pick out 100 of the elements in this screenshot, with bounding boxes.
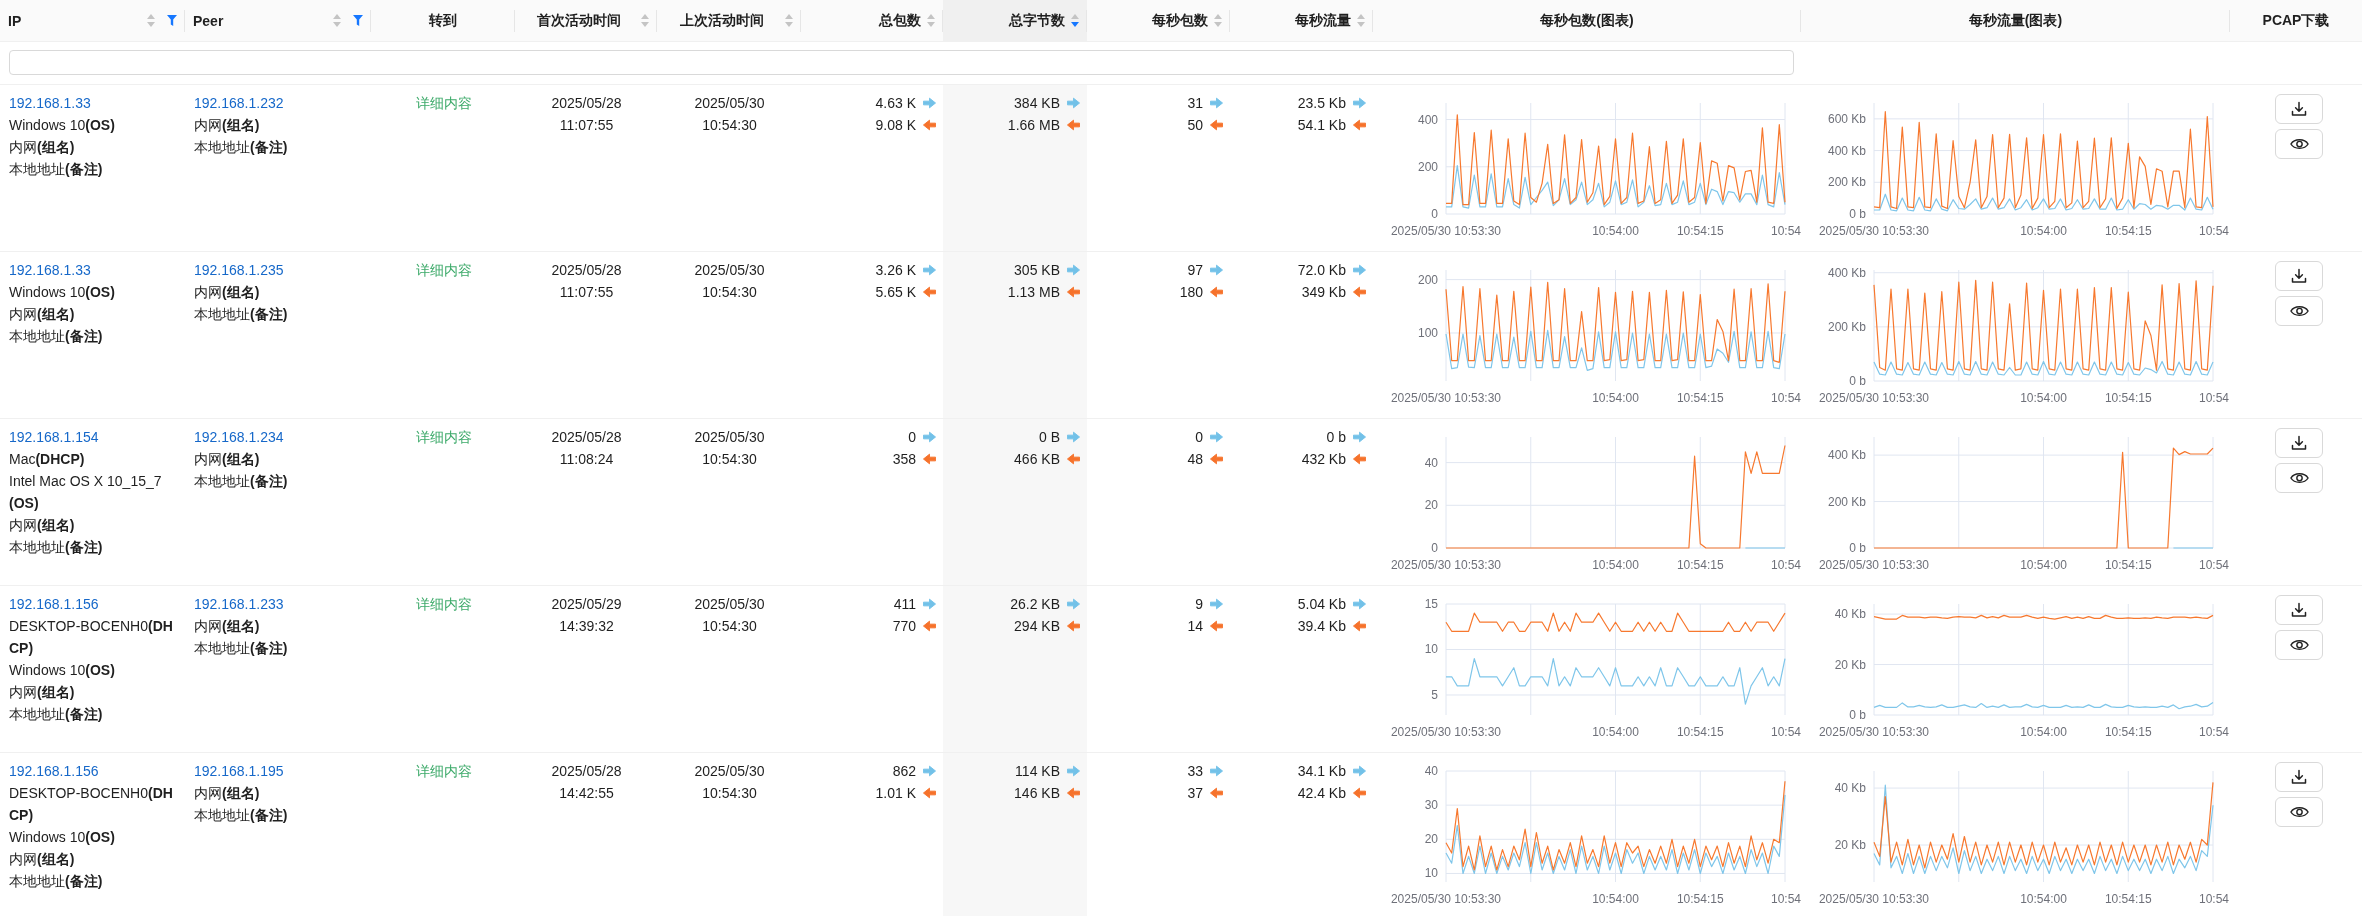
column-header[interactable]: 首次活动时间 bbox=[515, 0, 657, 42]
device-info: 内网(组名) bbox=[9, 683, 75, 702]
detail-link[interactable]: 详细内容 bbox=[415, 426, 472, 448]
column-header[interactable]: 每秒包数 bbox=[1087, 0, 1230, 42]
view-button[interactable] bbox=[2275, 463, 2323, 493]
filter-icon[interactable] bbox=[167, 15, 177, 26]
view-button[interactable] bbox=[2275, 630, 2323, 660]
column-header[interactable]: 总字节数 bbox=[943, 0, 1087, 42]
eye-icon bbox=[2289, 137, 2309, 151]
right-arrow-icon bbox=[1067, 97, 1080, 109]
left-arrow-icon bbox=[1353, 286, 1366, 298]
packet-rate: 14 bbox=[1187, 617, 1203, 636]
y-axis-label: 20 Kb bbox=[1834, 657, 1866, 672]
view-button[interactable] bbox=[2275, 797, 2323, 827]
packet-count: 5.65 K bbox=[875, 283, 916, 302]
ip-link[interactable]: 192.168.1.233 bbox=[194, 593, 284, 615]
byte-count: 1.13 MB bbox=[1007, 283, 1060, 302]
column-header[interactable]: 上次活动时间 bbox=[657, 0, 801, 42]
ip-link[interactable]: 192.168.1.234 bbox=[194, 426, 284, 448]
right-arrow-icon bbox=[1353, 598, 1366, 610]
left-arrow-icon bbox=[923, 453, 936, 465]
device-info: 本地地址(备注) bbox=[194, 305, 288, 324]
ip-link[interactable]: 192.168.1.154 bbox=[9, 426, 99, 448]
x-axis-label: 10:54 bbox=[1770, 558, 1801, 572]
right-arrow-icon bbox=[1067, 431, 1080, 443]
column-header[interactable]: 总包数 bbox=[801, 0, 943, 42]
first-seen-time: 2025/05/28 11:07:55 bbox=[550, 94, 623, 135]
y-axis-label: 5 bbox=[1431, 688, 1438, 702]
packet-rate: 48 bbox=[1187, 450, 1203, 469]
packet-count: 1.01 K bbox=[875, 784, 916, 803]
right-arrow-icon bbox=[923, 765, 936, 777]
detail-link[interactable]: 详细内容 bbox=[415, 593, 472, 615]
device-info: 本地地址(备注) bbox=[194, 472, 288, 491]
left-arrow-icon bbox=[1210, 620, 1223, 632]
y-axis-label: 200 Kb bbox=[1827, 494, 1866, 509]
view-button[interactable] bbox=[2275, 129, 2323, 159]
packet-count: 4.63 K bbox=[875, 94, 916, 113]
x-axis-label: 10:54 bbox=[2198, 224, 2229, 238]
eye-icon bbox=[2289, 471, 2309, 485]
ip-link[interactable]: 192.168.1.33 bbox=[9, 92, 91, 114]
x-axis-label: 10:54:15 bbox=[2104, 224, 2152, 238]
device-info: 本地地址(备注) bbox=[9, 538, 103, 557]
traffic-rate: 34.1 Kb bbox=[1297, 762, 1346, 781]
byte-count: 26.2 KB bbox=[1010, 595, 1060, 614]
first-seen-time: 2025/05/28 11:07:55 bbox=[550, 261, 623, 302]
download-button[interactable] bbox=[2275, 762, 2323, 792]
ip-link[interactable]: 192.168.1.156 bbox=[9, 593, 99, 615]
filter-field[interactable] bbox=[9, 50, 1794, 75]
first-seen-time: 2025/05/28 11:08:24 bbox=[550, 428, 623, 469]
traffic-rate: 72.0 Kb bbox=[1297, 261, 1346, 280]
column-header: PCAP下载 bbox=[2230, 0, 2362, 42]
x-axis-label: 2025/05/30 10:53:30 bbox=[1818, 892, 1930, 906]
y-axis-label: 0 b bbox=[1849, 708, 1866, 722]
column-header[interactable]: Peer bbox=[185, 0, 371, 42]
download-icon bbox=[2291, 435, 2307, 451]
ip-link[interactable]: 192.168.1.195 bbox=[194, 760, 284, 782]
first-seen-time: 2025/05/28 14:42:55 bbox=[550, 762, 623, 803]
device-info: 本地地址(备注) bbox=[9, 160, 103, 179]
right-arrow-icon bbox=[1210, 431, 1223, 443]
x-axis-label: 10:54:15 bbox=[1676, 391, 1724, 405]
traffic-rate: 349 Kb bbox=[1301, 283, 1346, 302]
download-button[interactable] bbox=[2275, 595, 2323, 625]
filter-icon[interactable] bbox=[353, 15, 363, 26]
x-axis-label: 10:54 bbox=[1770, 892, 1801, 906]
y-axis-label: 400 Kb bbox=[1827, 143, 1866, 158]
right-arrow-icon bbox=[1067, 765, 1080, 777]
detail-link[interactable]: 详细内容 bbox=[415, 760, 472, 782]
download-icon bbox=[2291, 268, 2307, 284]
left-arrow-icon bbox=[1210, 119, 1223, 131]
column-header[interactable]: 每秒流量 bbox=[1230, 0, 1373, 42]
download-button[interactable] bbox=[2275, 428, 2323, 458]
x-axis-label: 10:54 bbox=[2198, 391, 2229, 405]
right-arrow-icon bbox=[1210, 97, 1223, 109]
traffic-rate: 5.04 Kb bbox=[1297, 595, 1346, 614]
x-axis-label: 10:54:15 bbox=[2104, 391, 2152, 405]
ip-link[interactable]: 192.168.1.235 bbox=[194, 259, 284, 281]
ip-link[interactable]: 192.168.1.33 bbox=[9, 259, 91, 281]
device-info: 本地地址(备注) bbox=[194, 639, 288, 658]
ip-link[interactable]: 192.168.1.156 bbox=[9, 760, 99, 782]
device-info: Windows 10(OS) bbox=[9, 283, 115, 302]
y-axis-label: 600 Kb bbox=[1827, 111, 1866, 126]
download-button[interactable] bbox=[2275, 94, 2323, 124]
view-button[interactable] bbox=[2275, 296, 2323, 326]
device-info: 内网(组名) bbox=[9, 850, 75, 869]
left-arrow-icon bbox=[1210, 286, 1223, 298]
y-axis-label: 40 bbox=[1424, 764, 1438, 778]
column-header[interactable]: IP bbox=[0, 0, 185, 42]
detail-link[interactable]: 详细内容 bbox=[415, 92, 472, 114]
x-axis-label: 10:54 bbox=[2198, 892, 2229, 906]
download-button[interactable] bbox=[2275, 261, 2323, 291]
device-info: 内网(组名) bbox=[194, 450, 260, 469]
x-axis-label: 10:54:00 bbox=[1592, 391, 1639, 405]
last-seen-time: 2025/05/30 10:54:30 bbox=[693, 261, 766, 302]
x-axis-label: 10:54:00 bbox=[2020, 391, 2067, 405]
ip-link[interactable]: 192.168.1.232 bbox=[194, 92, 284, 114]
detail-link[interactable]: 详细内容 bbox=[415, 259, 472, 281]
device-info: 内网(组名) bbox=[194, 283, 260, 302]
y-axis-label: 40 Kb bbox=[1834, 781, 1866, 796]
device-info: 内网(组名) bbox=[9, 138, 75, 157]
y-axis-label: 0 b bbox=[1849, 374, 1866, 388]
